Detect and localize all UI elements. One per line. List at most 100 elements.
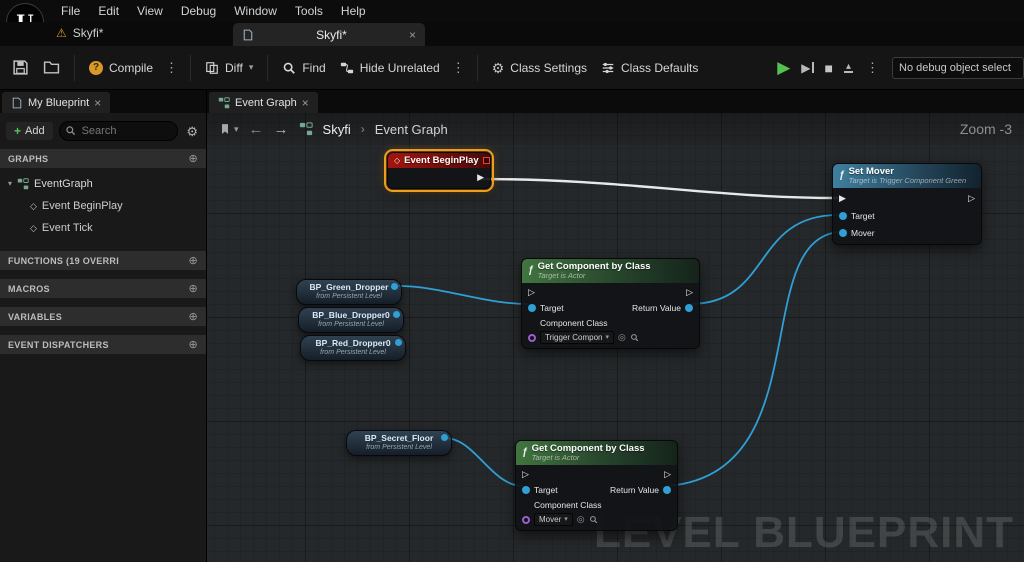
back-button[interactable]: ← — [249, 122, 264, 137]
delegate-pin[interactable] — [482, 157, 490, 165]
find-button[interactable]: Find — [278, 57, 329, 79]
tab-event-graph[interactable]: Event Graph × — [209, 92, 318, 113]
component-class-pin[interactable]: Mover ▾ ◎ — [522, 513, 598, 527]
ref-subtitle: from Persistent Level — [316, 292, 382, 300]
menu-view[interactable]: View — [128, 2, 172, 20]
return-value-pin[interactable]: Return Value — [632, 303, 693, 313]
save-button[interactable] — [8, 55, 33, 80]
return-value-pin[interactable]: Return Value — [610, 485, 671, 495]
hide-unrelated-options-kebab[interactable]: ⋮ — [450, 60, 467, 76]
add-variable-icon[interactable]: ⊕ — [188, 310, 198, 323]
wire-secret-floor-to-getcomponent2[interactable] — [444, 437, 524, 487]
wire-getcomponent1-to-setmover-target[interactable] — [689, 214, 839, 305]
exec-in-pin[interactable]: ▶ — [839, 194, 846, 203]
tree-item-event-tick[interactable]: ◇ Event Tick — [0, 217, 206, 239]
node-set-mover[interactable]: ƒ Set Mover Target is Trigger Component … — [832, 163, 982, 246]
use-selected-icon[interactable]: ◎ — [577, 515, 585, 524]
diff-button[interactable]: Diff ▾ — [201, 57, 257, 79]
section-macros[interactable]: MACROS ⊕ — [0, 279, 206, 298]
component-class-pin[interactable]: Trigger Compon ▾ ◎ — [528, 331, 639, 345]
breadcrumb-current[interactable]: Event Graph — [375, 122, 448, 137]
target-pin[interactable]: Target — [839, 211, 875, 221]
output-pin[interactable] — [393, 311, 400, 318]
node-get-component-by-class-2[interactable]: ƒ Get Component by Class Target is Actor… — [515, 440, 678, 532]
play-button[interactable]: ▶ — [777, 59, 790, 76]
close-icon[interactable]: × — [409, 29, 416, 41]
node-bp-green-dropper[interactable]: BP_Green_Dropper from Persistent Level — [296, 279, 402, 306]
compile-button[interactable]: ? Compile — [85, 57, 157, 79]
search-icon — [65, 125, 76, 136]
wire-exec-beginplay-to-setmover[interactable] — [478, 177, 839, 200]
target-pin[interactable]: Target — [528, 303, 564, 313]
forward-button[interactable]: → — [274, 122, 289, 137]
toolbar-divider — [190, 54, 192, 81]
section-variables[interactable]: VARIABLES ⊕ — [0, 307, 206, 326]
mover-pin[interactable]: Mover — [839, 228, 875, 238]
tree-item-event-beginplay[interactable]: ◇ Event BeginPlay — [0, 195, 206, 217]
menu-file[interactable]: File — [52, 2, 89, 20]
node-get-component-by-class-1[interactable]: ƒ Get Component by Class Target is Actor… — [521, 258, 700, 350]
menu-debug[interactable]: Debug — [172, 2, 225, 20]
search-input[interactable] — [58, 121, 179, 141]
bookmark-button[interactable]: ▾ — [219, 123, 239, 135]
add-graph-icon[interactable]: ⊕ — [188, 152, 198, 165]
menu-help[interactable]: Help — [332, 2, 375, 20]
tab-skyfi-asset[interactable]: Skyfi* × — [233, 23, 425, 46]
compile-options-kebab[interactable]: ⋮ — [163, 60, 180, 76]
output-pin[interactable] — [441, 434, 448, 441]
section-functions[interactable]: FUNCTIONS (19 OVERRI ⊕ — [0, 251, 206, 270]
node-bp-red-dropper[interactable]: BP_Red_Dropper0 from Persistent Level — [300, 335, 406, 362]
node-event-beginplay[interactable]: ◇ Event BeginPlay ▶ — [384, 148, 494, 193]
add-dispatcher-icon[interactable]: ⊕ — [188, 338, 198, 351]
exec-out-pin[interactable]: ▷ — [686, 288, 693, 297]
eject-button[interactable]: ▴ — [844, 61, 853, 73]
play-options-kebab[interactable]: ⋮ — [864, 60, 881, 76]
use-selected-icon[interactable]: ◎ — [618, 333, 626, 342]
component-class-dropdown[interactable]: Trigger Compon ▾ — [540, 331, 615, 345]
compile-status-icon: ? — [89, 60, 103, 75]
expand-icon[interactable]: ▾ — [8, 180, 12, 188]
add-button[interactable]: + Add — [6, 122, 53, 140]
skip-bar-icon — [811, 62, 814, 73]
diff-label: Diff — [225, 60, 243, 75]
class-search-icon[interactable] — [589, 515, 598, 524]
titlebar: U File Edit View Debug Window Tools Help… — [0, 0, 1024, 46]
section-event-dispatchers[interactable]: EVENT DISPATCHERS ⊕ — [0, 335, 206, 354]
graph-canvas[interactable]: ◇ Event BeginPlay ▶ ƒ Set Mover Target i… — [207, 113, 1024, 562]
tab-my-blueprint[interactable]: My Blueprint × — [2, 92, 111, 113]
debug-object-dropdown[interactable]: No debug object select — [892, 56, 1024, 79]
hide-unrelated-label: Hide Unrelated — [359, 60, 440, 75]
node-bp-secret-floor[interactable]: BP_Secret_Floor from Persistent Level — [346, 430, 452, 457]
stop-button[interactable]: ■ — [825, 61, 833, 75]
output-pin[interactable] — [395, 339, 402, 346]
target-pin[interactable]: Target — [522, 485, 558, 495]
menu-edit[interactable]: Edit — [89, 2, 128, 20]
breadcrumb-root[interactable]: Skyfi — [323, 122, 351, 137]
menu-window[interactable]: Window — [225, 2, 286, 20]
exec-in-pin[interactable]: ▷ — [528, 288, 535, 297]
asset-shortcut[interactable]: ⚠ Skyfi* — [56, 26, 103, 40]
exec-out-pin[interactable]: ▶ — [477, 173, 484, 182]
class-settings-button[interactable]: ⚙ Class Settings — [488, 57, 591, 79]
exec-out-pin[interactable]: ▷ — [968, 194, 975, 203]
output-pin[interactable] — [391, 283, 398, 290]
node-bp-blue-dropper[interactable]: BP_Blue_Dropper0 from Persistent Level — [298, 307, 404, 334]
panel-settings-gear-icon[interactable]: ⚙ — [184, 125, 200, 138]
close-icon[interactable]: × — [302, 97, 309, 109]
wire-green-dropper-to-getcomponent1[interactable] — [397, 285, 530, 305]
hide-unrelated-button[interactable]: Hide Unrelated — [336, 57, 444, 79]
close-icon[interactable]: × — [94, 97, 101, 109]
exec-out-pin[interactable]: ▷ — [664, 470, 671, 479]
tree-item-eventgraph[interactable]: ▾ EventGraph — [0, 173, 206, 195]
exec-in-pin[interactable]: ▷ — [522, 470, 529, 479]
function-icon: ƒ — [522, 447, 528, 458]
class-search-icon[interactable] — [630, 333, 639, 342]
component-class-dropdown[interactable]: Mover ▾ — [534, 513, 573, 527]
add-function-icon[interactable]: ⊕ — [188, 254, 198, 267]
menu-tools[interactable]: Tools — [286, 2, 332, 20]
frame-skip-button[interactable]: ▶ — [801, 62, 814, 74]
browse-button[interactable] — [39, 55, 64, 80]
class-defaults-button[interactable]: Class Defaults — [597, 57, 702, 79]
add-macro-icon[interactable]: ⊕ — [188, 282, 198, 295]
section-graphs[interactable]: GRAPHS ⊕ — [0, 149, 206, 168]
